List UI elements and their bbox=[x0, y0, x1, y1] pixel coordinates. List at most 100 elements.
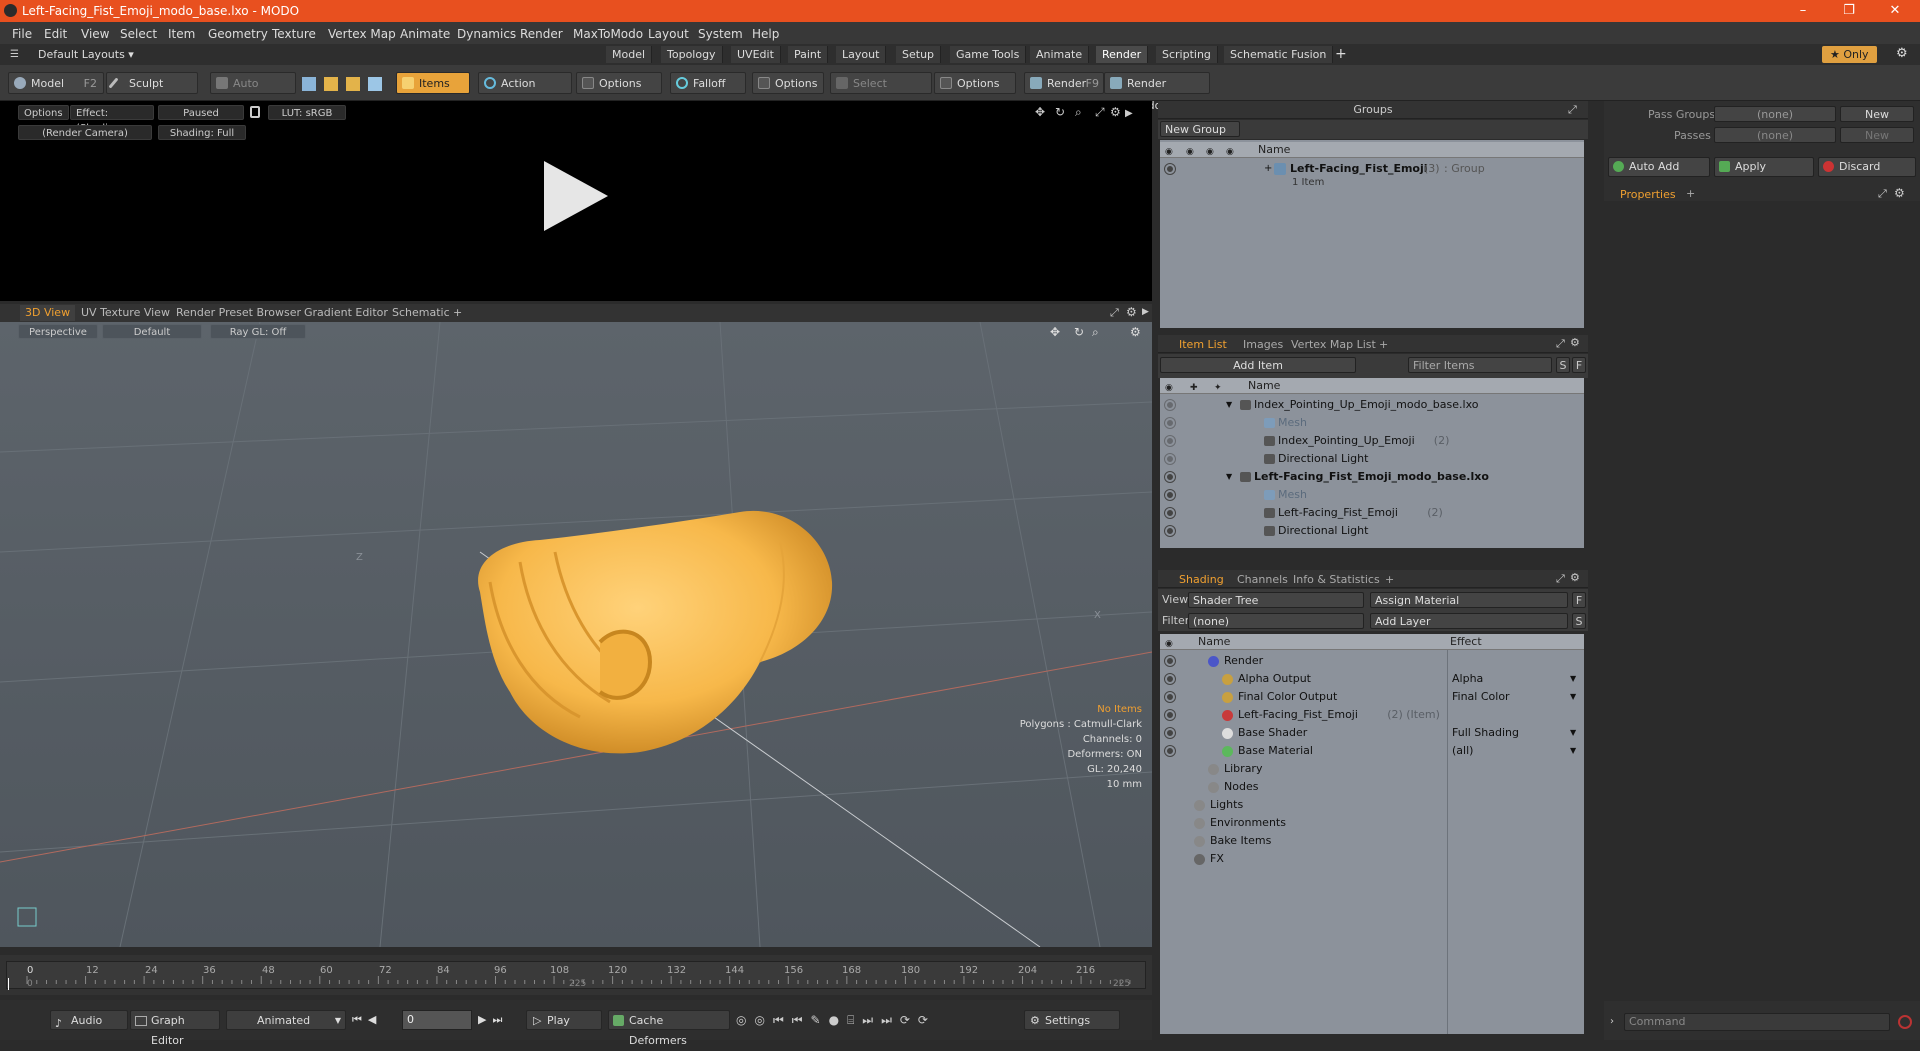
expand-icon[interactable]: + bbox=[1264, 160, 1272, 178]
groups-list[interactable]: ◉ ◉ ◉ ◉ Name + Left-Facing_Fist_Emoji (3… bbox=[1160, 140, 1584, 328]
frame-input[interactable]: 0 bbox=[402, 1010, 472, 1030]
eye-icon[interactable] bbox=[1165, 728, 1175, 738]
new-pass-button[interactable]: New bbox=[1840, 127, 1914, 143]
graph-editor-button[interactable]: Graph Editor bbox=[130, 1010, 220, 1047]
zoom-icon[interactable]: ⌕ bbox=[1092, 325, 1099, 339]
render-view-controls[interactable]: ✥ ↻ ⌕ ⤢ ⚙ ▶ bbox=[1035, 104, 1135, 120]
gear-icon[interactable]: ⚙ bbox=[1570, 571, 1580, 584]
apply-button[interactable]: Apply bbox=[1714, 157, 1814, 177]
menu-geometry[interactable]: Geometry bbox=[208, 27, 268, 41]
items-mode-button[interactable]: Items bbox=[396, 72, 470, 94]
tab-channels[interactable]: Channels bbox=[1232, 572, 1293, 587]
viewport-nav-controls[interactable]: ✥ ↻ ⌕ ⚙ bbox=[1050, 324, 1146, 340]
eye-icon[interactable] bbox=[1165, 164, 1175, 174]
auto-add-button[interactable]: Auto Add bbox=[1608, 157, 1710, 177]
menu-select[interactable]: Select bbox=[120, 27, 157, 41]
shader-effect-dropdown[interactable]: (all) bbox=[1452, 742, 1580, 760]
tab-paint[interactable]: Paint bbox=[788, 46, 829, 63]
render-button[interactable]: Render F9 bbox=[1024, 72, 1104, 94]
eye-icon[interactable] bbox=[1165, 692, 1175, 702]
tab-uv-texture-view[interactable]: UV Texture View bbox=[76, 305, 175, 321]
add-item-dropdown[interactable]: Add Item bbox=[1160, 357, 1356, 373]
move-icon[interactable]: ✥ bbox=[1035, 105, 1045, 119]
shader-effect-dropdown[interactable]: Final Color bbox=[1452, 688, 1580, 706]
tab-topology[interactable]: Topology bbox=[661, 46, 723, 63]
shader-tree-row[interactable]: Environments bbox=[1160, 814, 1584, 832]
new-pass-group-button[interactable]: New bbox=[1840, 106, 1914, 122]
add-properties-tab-button[interactable]: + bbox=[1686, 187, 1695, 200]
shading-f-button[interactable]: F bbox=[1572, 592, 1586, 608]
tab-shading[interactable]: Shading bbox=[1174, 572, 1229, 587]
item-list[interactable]: ◉ ✚ ✦ Name ▼ Index_Pointing_Up_Emoji_modo… bbox=[1160, 378, 1584, 548]
maximize-button[interactable]: ❐ bbox=[1826, 0, 1872, 22]
arrow-right-icon[interactable]: ▶ bbox=[1125, 108, 1133, 119]
tab-schematic-fusion[interactable]: Schematic Fusion bbox=[1224, 46, 1334, 63]
model-mode-button[interactable]: Model F2 bbox=[8, 72, 104, 94]
select-through-options-button[interactable]: Options bbox=[934, 72, 1016, 94]
menu-edit[interactable]: Edit bbox=[44, 27, 67, 41]
menu-vertex-map[interactable]: Vertex Map bbox=[328, 27, 396, 41]
layout-selector[interactable]: Default Layouts ▾ bbox=[38, 48, 134, 61]
maximize-icon[interactable]: ⤢ bbox=[1568, 103, 1577, 117]
eye-icon[interactable] bbox=[1165, 418, 1175, 428]
group-row[interactable]: + Left-Facing_Fist_Emoji (3) : Group 1 I… bbox=[1160, 160, 1584, 190]
item-list-row[interactable]: Directional Light bbox=[1160, 522, 1584, 540]
eye-icon[interactable] bbox=[1165, 674, 1175, 684]
tab-render-preset-browser[interactable]: Render Preset Browser bbox=[171, 305, 306, 321]
filter-dropdown[interactable]: (none) bbox=[1188, 613, 1364, 629]
action-center-button[interactable]: Action Center bbox=[478, 72, 572, 112]
pass-groups-dropdown[interactable]: (none) bbox=[1714, 106, 1836, 122]
tab-model[interactable]: Model bbox=[606, 46, 653, 63]
action-center-options-button[interactable]: Options bbox=[576, 72, 662, 94]
tab-render[interactable]: Render bbox=[1096, 46, 1149, 63]
eye-icon[interactable] bbox=[1165, 490, 1175, 500]
render-camera-dropdown[interactable]: (Render Camera) bbox=[18, 125, 152, 140]
gear-icon[interactable]: ⚙ bbox=[1570, 336, 1580, 349]
falloff-button[interactable]: Falloff bbox=[670, 72, 746, 94]
tab-vertex-map-list[interactable]: Vertex Map List bbox=[1286, 337, 1381, 352]
render-window-button[interactable]: Render Window bbox=[1104, 72, 1210, 112]
eye-icon[interactable] bbox=[1165, 710, 1175, 720]
shader-tree-row[interactable]: Render bbox=[1160, 652, 1584, 670]
item-list-row[interactable]: ▼ Left-Facing_Fist_Emoji_modo_base.lxo bbox=[1160, 468, 1584, 486]
tab-animate[interactable]: Animate bbox=[1030, 46, 1090, 63]
3d-viewport[interactable]: Z X Perspective Default Ray GL: Off ✥ ↻ … bbox=[0, 322, 1152, 947]
vertex-mode-icon[interactable] bbox=[302, 77, 316, 91]
shader-tree-row[interactable]: FX bbox=[1160, 850, 1584, 868]
timeline-ruler[interactable]: 0 12 24 36 48 60 72 84 96 108 120 132 14… bbox=[6, 961, 1146, 990]
shader-tree-row[interactable]: Base Material (all) ▼ bbox=[1160, 742, 1584, 760]
audio-button[interactable]: ♪ Audio bbox=[50, 1010, 128, 1030]
menu-texture[interactable]: Texture bbox=[272, 27, 316, 41]
material-mode-icon[interactable] bbox=[368, 77, 382, 91]
add-layout-tab-button[interactable]: + bbox=[1335, 46, 1347, 62]
view-dropdown[interactable]: Shader Tree bbox=[1188, 592, 1364, 608]
tab-layout[interactable]: Layout bbox=[836, 46, 887, 63]
eye-icon[interactable] bbox=[1165, 508, 1175, 518]
add-shading-tab-button[interactable]: + bbox=[1380, 572, 1399, 587]
maximize-icon[interactable]: ⤢ bbox=[1878, 187, 1887, 201]
assign-material-button[interactable]: Assign Material bbox=[1370, 592, 1568, 608]
menu-file[interactable]: File bbox=[12, 27, 32, 41]
shader-tree-row[interactable]: Left-Facing_Fist_Emoji (2) (Item) bbox=[1160, 706, 1584, 724]
gear-icon[interactable]: ⚙ bbox=[1130, 325, 1141, 339]
passes-dropdown[interactable]: (none) bbox=[1714, 127, 1836, 143]
item-list-row[interactable]: Directional Light bbox=[1160, 450, 1584, 468]
eye-icon[interactable] bbox=[1165, 436, 1175, 446]
eye-icon[interactable] bbox=[1165, 526, 1175, 536]
record-icon[interactable] bbox=[1898, 1015, 1912, 1029]
maximize-icon[interactable]: ⤢ bbox=[1110, 306, 1119, 320]
rotate-icon[interactable]: ↻ bbox=[1055, 105, 1065, 119]
sculpt-button[interactable]: Sculpt bbox=[106, 72, 198, 94]
maximize-icon[interactable]: ⤢ bbox=[1094, 105, 1105, 119]
raygl-toggle[interactable]: Ray GL: Off bbox=[210, 324, 306, 339]
viewport-style-dropdown[interactable]: Default bbox=[102, 324, 202, 339]
fist-model[interactable] bbox=[460, 502, 840, 772]
only-toggle[interactable]: ★ Only bbox=[1822, 46, 1877, 63]
tab-item-list[interactable]: Item List bbox=[1174, 337, 1232, 352]
item-list-row[interactable]: ▼ Index_Pointing_Up_Emoji_modo_base.lxo bbox=[1160, 396, 1584, 414]
gear-icon[interactable]: ⚙ bbox=[1110, 105, 1121, 119]
menu-view[interactable]: View bbox=[81, 27, 109, 41]
gear-icon[interactable]: ⚙ bbox=[1126, 305, 1137, 319]
select-through-button[interactable]: Select Through bbox=[830, 72, 932, 112]
eye-icon[interactable] bbox=[1165, 400, 1175, 410]
